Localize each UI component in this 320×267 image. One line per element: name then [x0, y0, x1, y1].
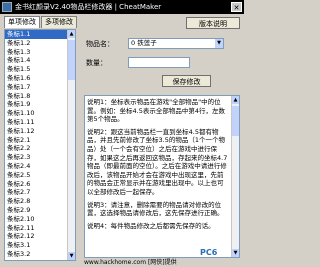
- list-item[interactable]: 条标1.7: [5, 83, 69, 92]
- quantity-input[interactable]: [128, 57, 190, 68]
- item-select-value: 0 铁莲子: [131, 39, 157, 47]
- note-2: 说明2：跟这当前物品栏一直到坐标4.5都有物品，并且先前修改了坐标3.5的物品（…: [87, 127, 228, 196]
- scroll-up-icon[interactable]: ▲: [68, 30, 75, 38]
- note-4: 说明4：每件物品修改之后都需先保存的话。: [87, 221, 215, 230]
- coordinate-list-items: 条标1.1 条标1.2 条标1.3 条标1.4 条标1.5 条标1.6 条标1.7 条标1.8…: [5, 30, 69, 259]
- list-item[interactable]: 条标2.8: [5, 197, 69, 206]
- window-title: 金书红颜录V2.40物品栏修改器 | CheatMaker: [15, 3, 162, 11]
- version-info-button[interactable]: 版本说明: [186, 17, 240, 29]
- note-1: 说明1：坐标表示物品在游戏"全部物品"中的位置。例如：坐标4.5表示全部物品中第…: [87, 98, 225, 124]
- watermark-logo: PC6: [200, 248, 218, 257]
- scroll-up-icon[interactable]: ▲: [232, 96, 239, 104]
- list-scrollbar[interactable]: ▲ ▼: [67, 30, 75, 260]
- list-item[interactable]: 条标1.5: [5, 65, 69, 74]
- scroll-down-icon[interactable]: ▼: [68, 252, 75, 260]
- list-item[interactable]: 条标2.7: [5, 188, 69, 197]
- coordinate-list[interactable]: 条标1.1 条标1.2 条标1.3 条标1.4 条标1.5 条标1.6 条标1.7 条标1.8…: [4, 29, 76, 261]
- list-item[interactable]: 条标2.12: [5, 232, 69, 241]
- tab-strip: 单项修改 多项修改: [4, 16, 78, 28]
- title-bar: 金书红颜录V2.40物品栏修改器 | CheatMaker ✕: [0, 0, 244, 14]
- watermark-text: www.hackhome.com [网侠]提供: [84, 259, 177, 266]
- app-icon: [2, 2, 12, 12]
- list-item[interactable]: 条标1.10: [5, 109, 69, 118]
- quantity-label: 数量：: [86, 59, 107, 67]
- tab-single-edit[interactable]: 单项修改: [4, 16, 40, 28]
- item-select[interactable]: 0 铁莲子 ▼: [128, 38, 224, 49]
- list-item[interactable]: 条标1.9: [5, 100, 69, 109]
- list-item[interactable]: 条标2.11: [5, 224, 69, 233]
- list-item[interactable]: 条标1.6: [5, 74, 69, 83]
- instructions-box[interactable]: 说明1：坐标表示物品在游戏"全部物品"中的位置。例如：坐标4.5表示全部物品中第…: [84, 95, 240, 258]
- chevron-down-icon[interactable]: ▼: [215, 39, 223, 48]
- list-item[interactable]: 条标2.4: [5, 162, 69, 171]
- list-item[interactable]: 条标3.2: [5, 250, 69, 259]
- list-item[interactable]: 条标3.1: [5, 241, 69, 250]
- list-item[interactable]: 条标2.10: [5, 215, 69, 224]
- list-item[interactable]: 条标2.5: [5, 171, 69, 180]
- list-item[interactable]: 条标2.3: [5, 153, 69, 162]
- list-item[interactable]: 条标2.2: [5, 144, 69, 153]
- scroll-thumb[interactable]: [232, 106, 239, 136]
- tab-multi-edit[interactable]: 多项修改: [41, 16, 77, 28]
- list-item[interactable]: 条标1.11: [5, 118, 69, 127]
- close-button[interactable]: ✕: [231, 2, 242, 12]
- list-item[interactable]: 条标1.12: [5, 127, 69, 136]
- list-item[interactable]: 条标2.9: [5, 206, 69, 215]
- list-item[interactable]: 条标1.4: [5, 56, 69, 65]
- instructions-scrollbar[interactable]: ▲ ▼: [231, 96, 239, 257]
- item-name-label: 物品名：: [86, 40, 114, 48]
- list-item[interactable]: 条标1.2: [5, 39, 69, 48]
- note-3: 说明3：请注意，删除需要的物品请对修改的位置，这选择物品请修改后，这先保存进行正…: [87, 200, 224, 218]
- list-item[interactable]: 条标1.1: [5, 30, 69, 39]
- scroll-thumb[interactable]: [68, 40, 75, 80]
- instructions-text: 说明1：坐标表示物品在游戏"全部物品"中的位置。例如：坐标4.5表示全部物品中第…: [87, 98, 229, 234]
- save-button[interactable]: 保存修改: [162, 75, 211, 87]
- scroll-down-icon[interactable]: ▼: [232, 249, 239, 257]
